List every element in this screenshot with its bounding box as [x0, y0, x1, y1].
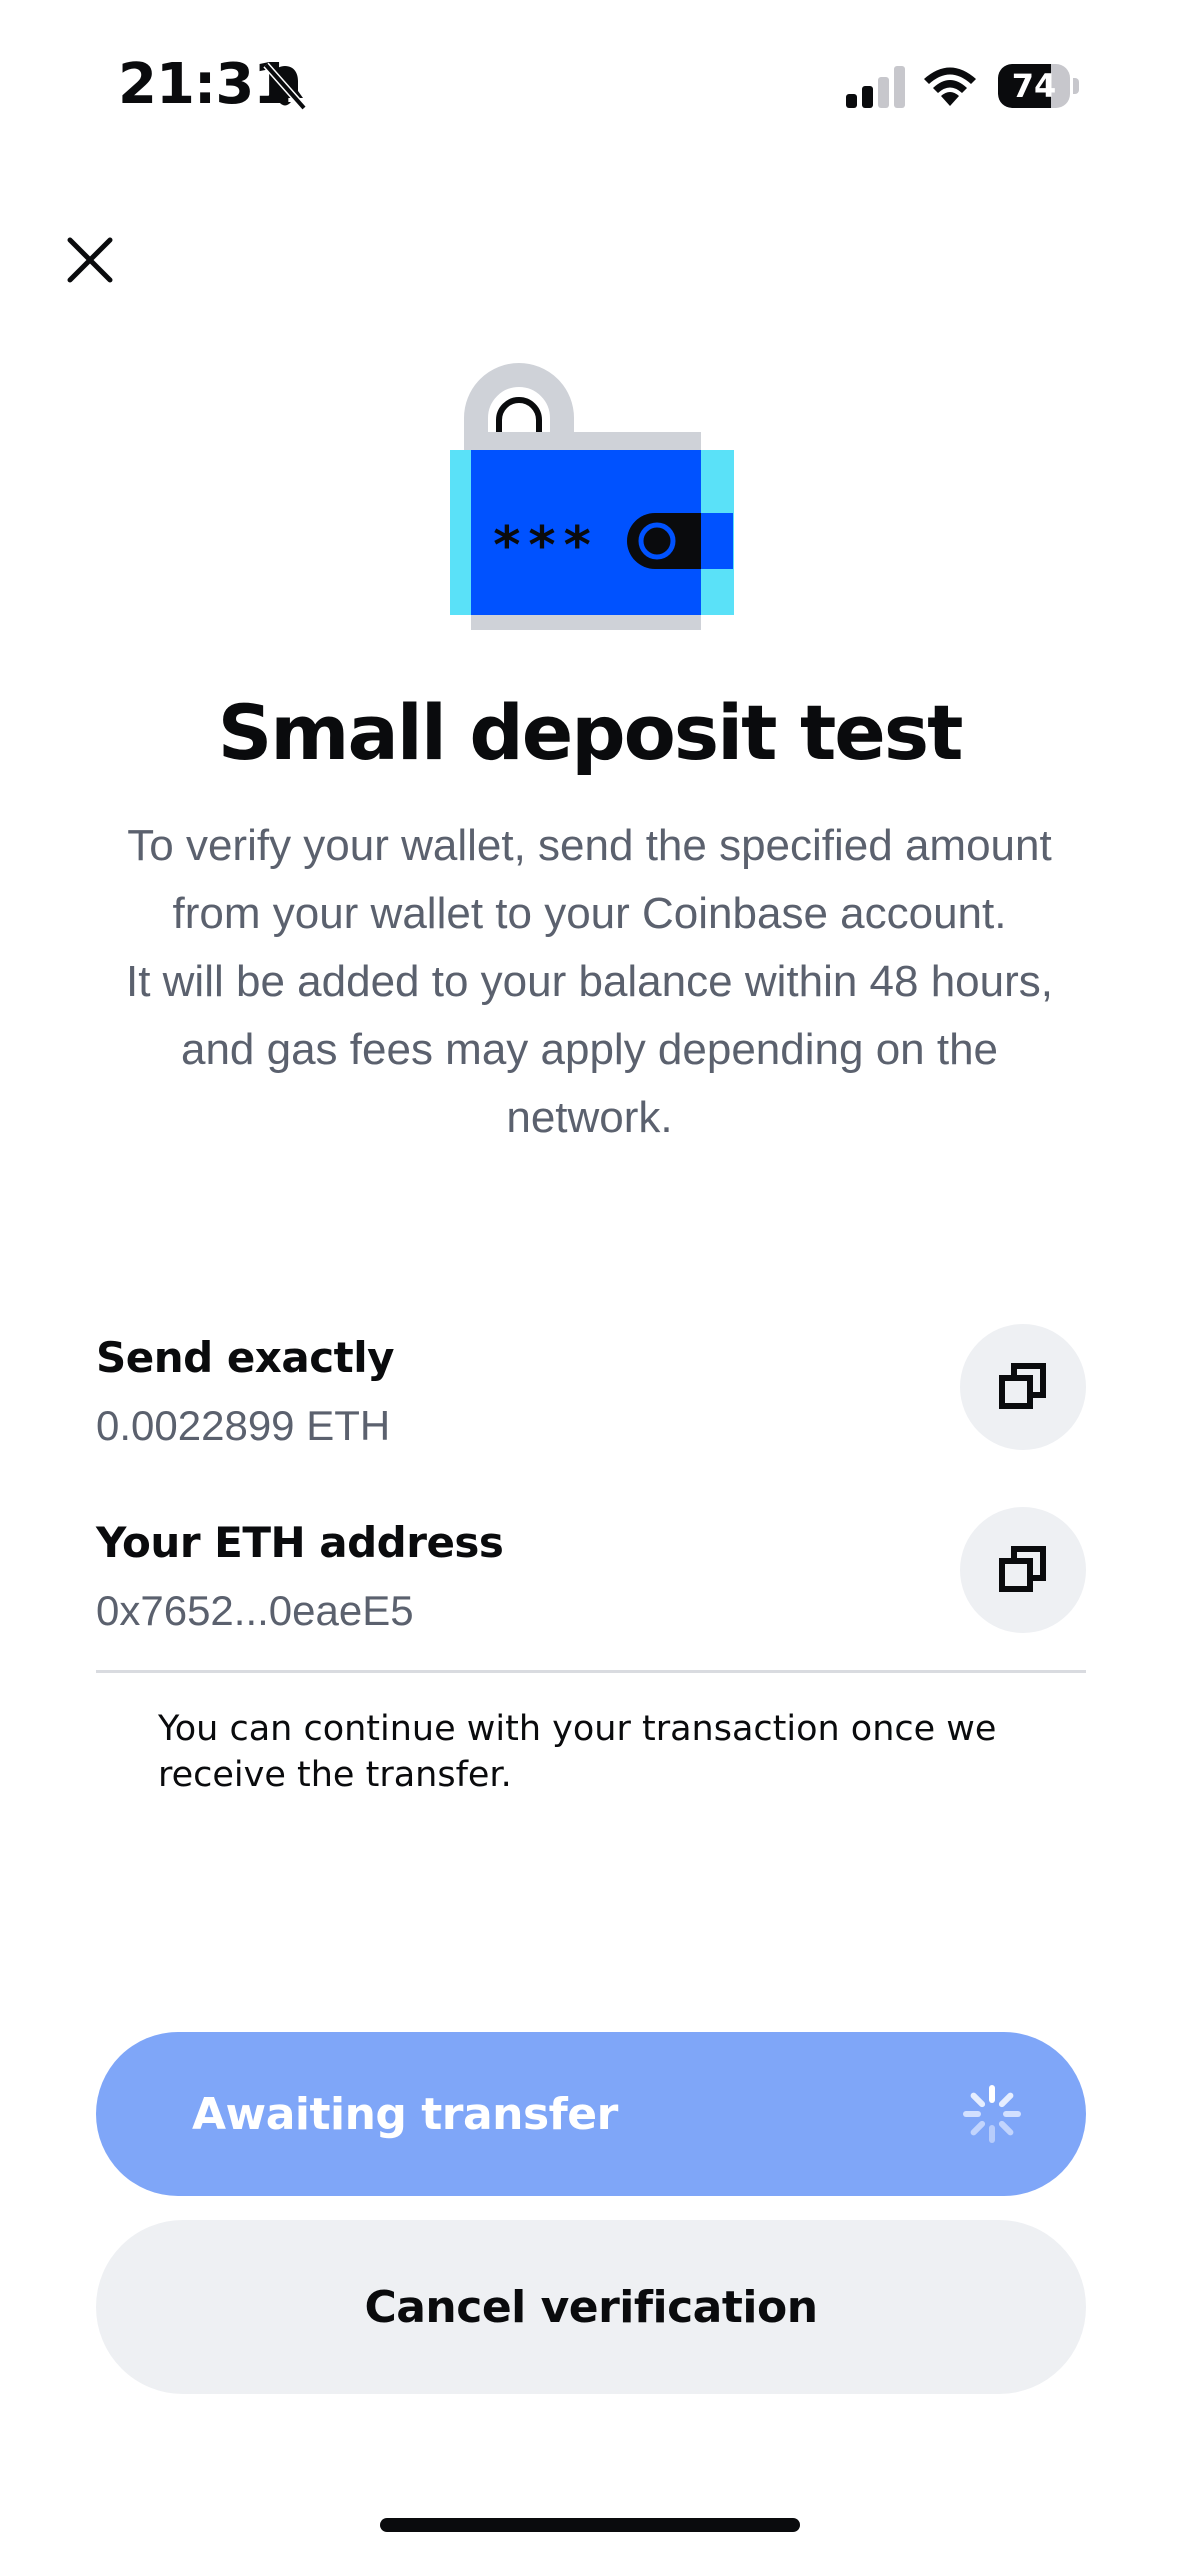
send-amount-row: Send exactly 0.0022899 ETH — [96, 1324, 1086, 1454]
battery-level: 74 — [1011, 67, 1057, 105]
wifi-icon — [924, 67, 976, 106]
copy-amount-button[interactable] — [960, 1324, 1086, 1450]
description: To verify your wallet, send the specifie… — [100, 812, 1079, 1152]
close-button[interactable] — [50, 220, 130, 300]
spinner-icon — [963, 2085, 1021, 2143]
awaiting-transfer-button[interactable]: Awaiting transfer — [96, 2032, 1086, 2196]
eth-address-label: Your ETH address — [96, 1518, 504, 1567]
page-title: Small deposit test — [217, 688, 964, 777]
wallet-lock-illustration: *** — [450, 363, 734, 630]
description-line-2: It will be added to your balance within … — [125, 957, 1053, 1142]
cancel-verification-label: Cancel verification — [364, 2281, 818, 2333]
divider — [96, 1670, 1086, 1673]
transfer-notice: You can continue with your transaction o… — [158, 1709, 997, 1795]
close-icon — [67, 237, 113, 283]
copy-icon — [999, 1546, 1046, 1592]
home-indicator — [380, 2518, 800, 2532]
bell-muted-icon — [263, 62, 307, 111]
description-line-1: To verify your wallet, send the specifie… — [127, 821, 1052, 938]
masked-code: *** — [493, 516, 599, 576]
send-amount-value: 0.0022899 ETH — [96, 1402, 391, 1449]
awaiting-transfer-label: Awaiting transfer — [192, 2088, 618, 2140]
eth-address-value: 0x7652...0eaeE5 — [96, 1587, 414, 1634]
eth-address-row: Your ETH address 0x7652...0eaeE5 — [96, 1507, 1086, 1639]
copy-address-button[interactable] — [960, 1507, 1086, 1633]
copy-icon — [999, 1363, 1046, 1409]
cancel-verification-button[interactable]: Cancel verification — [96, 2220, 1086, 2394]
signal-icon — [846, 66, 905, 108]
send-amount-label: Send exactly — [96, 1333, 395, 1382]
battery-icon: 74 — [998, 64, 1080, 108]
